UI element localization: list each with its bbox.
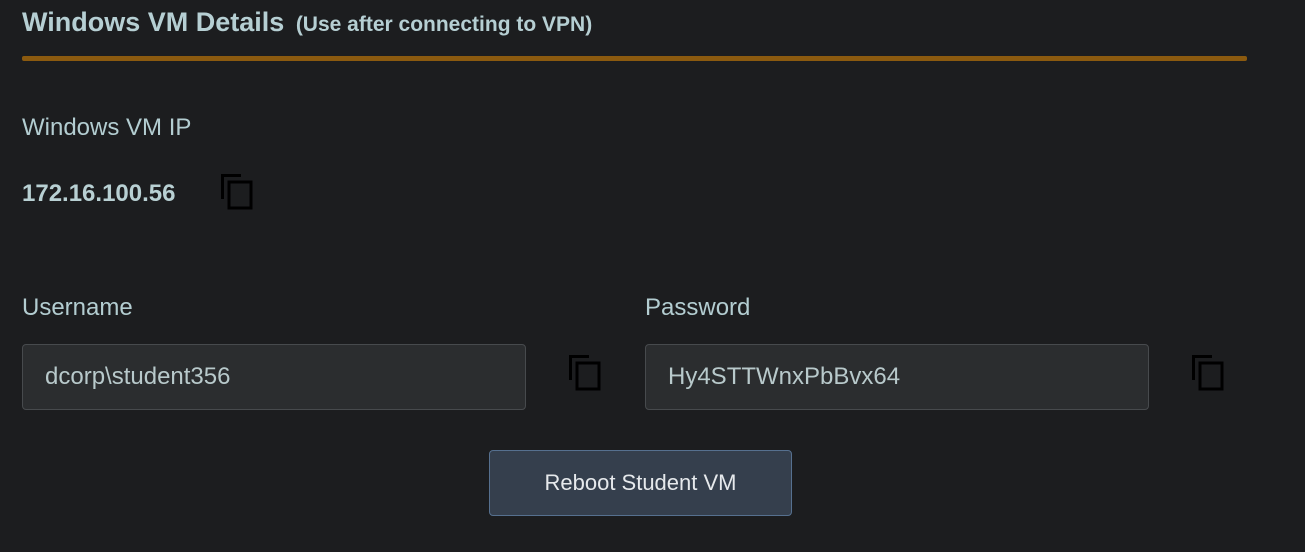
username-label: Username [22, 294, 133, 321]
vm-ip-value: 172.16.100.56 [22, 180, 176, 207]
section-title: Windows VM Details (Use after connecting… [22, 4, 592, 43]
password-field[interactable] [645, 344, 1149, 410]
section-subtitle: (Use after connecting to VPN) [295, 13, 593, 36]
copy-username-icon[interactable] [569, 355, 601, 391]
username-field[interactable] [22, 344, 526, 410]
section-title-text: Windows VM Details [22, 7, 285, 37]
copy-ip-icon[interactable] [221, 174, 253, 210]
vm-ip-label: Windows VM IP [22, 114, 192, 141]
reboot-vm-button[interactable]: Reboot Student VM [489, 450, 792, 516]
copy-password-icon[interactable] [1192, 355, 1224, 391]
password-label: Password [645, 294, 751, 321]
section-divider [22, 56, 1247, 61]
